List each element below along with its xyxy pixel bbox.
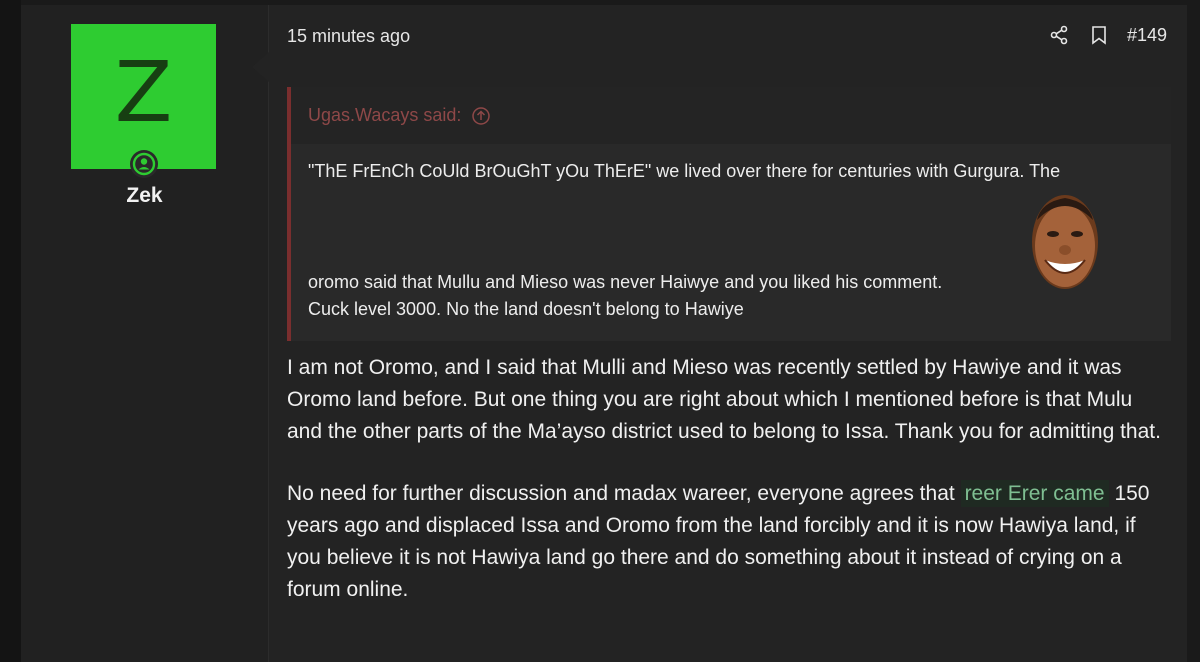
post-content: 15 minutes ago #149 Ugas.Wacays said: "T… <box>269 5 1187 662</box>
quote-text-second: oromo said that Mullu and Mieso was neve… <box>308 269 942 323</box>
quote-text: "ThE FrEnCh CoUld BrOuGhT yOu ThErE" we … <box>308 161 1061 181</box>
quote-header[interactable]: Ugas.Wacays said: <box>291 87 1171 144</box>
online-status-icon <box>130 150 158 178</box>
share-icon[interactable] <box>1047 23 1071 47</box>
quote-author[interactable]: Ugas.Wacays said: <box>308 105 461 126</box>
highlighted-text: reer Erer came <box>960 480 1109 507</box>
quote-line-a: oromo said that Mullu and Mieso was neve… <box>308 272 943 292</box>
post-paragraph: I am not Oromo, and I said that Mulli an… <box>287 356 1161 443</box>
post-time[interactable]: 15 minutes ago <box>287 26 410 47</box>
post-number[interactable]: #149 <box>1127 25 1167 46</box>
bookmark-icon[interactable] <box>1087 23 1111 47</box>
emoji-face-image <box>1029 190 1101 292</box>
avatar-letter: Z <box>114 42 173 141</box>
post-arrow <box>252 52 269 82</box>
avatar[interactable]: Z <box>71 24 216 169</box>
post-paragraph: No need for further discussion and madax… <box>287 478 1167 606</box>
quote-line-b: Cuck level 3000. No the land doesn't bel… <box>308 299 744 319</box>
username[interactable]: Zek <box>21 184 268 208</box>
user-column: Z Zek <box>21 5 269 662</box>
post-actions: #149 <box>1047 23 1167 47</box>
post-body: I am not Oromo, and I said that Mulli an… <box>287 352 1167 636</box>
page-edge <box>0 0 21 662</box>
arrow-up-circle-icon[interactable] <box>471 106 491 126</box>
quote-block: Ugas.Wacays said: "ThE FrEnCh CoUld BrOu… <box>287 87 1171 341</box>
post-text: No need for further discussion and madax… <box>287 482 961 505</box>
